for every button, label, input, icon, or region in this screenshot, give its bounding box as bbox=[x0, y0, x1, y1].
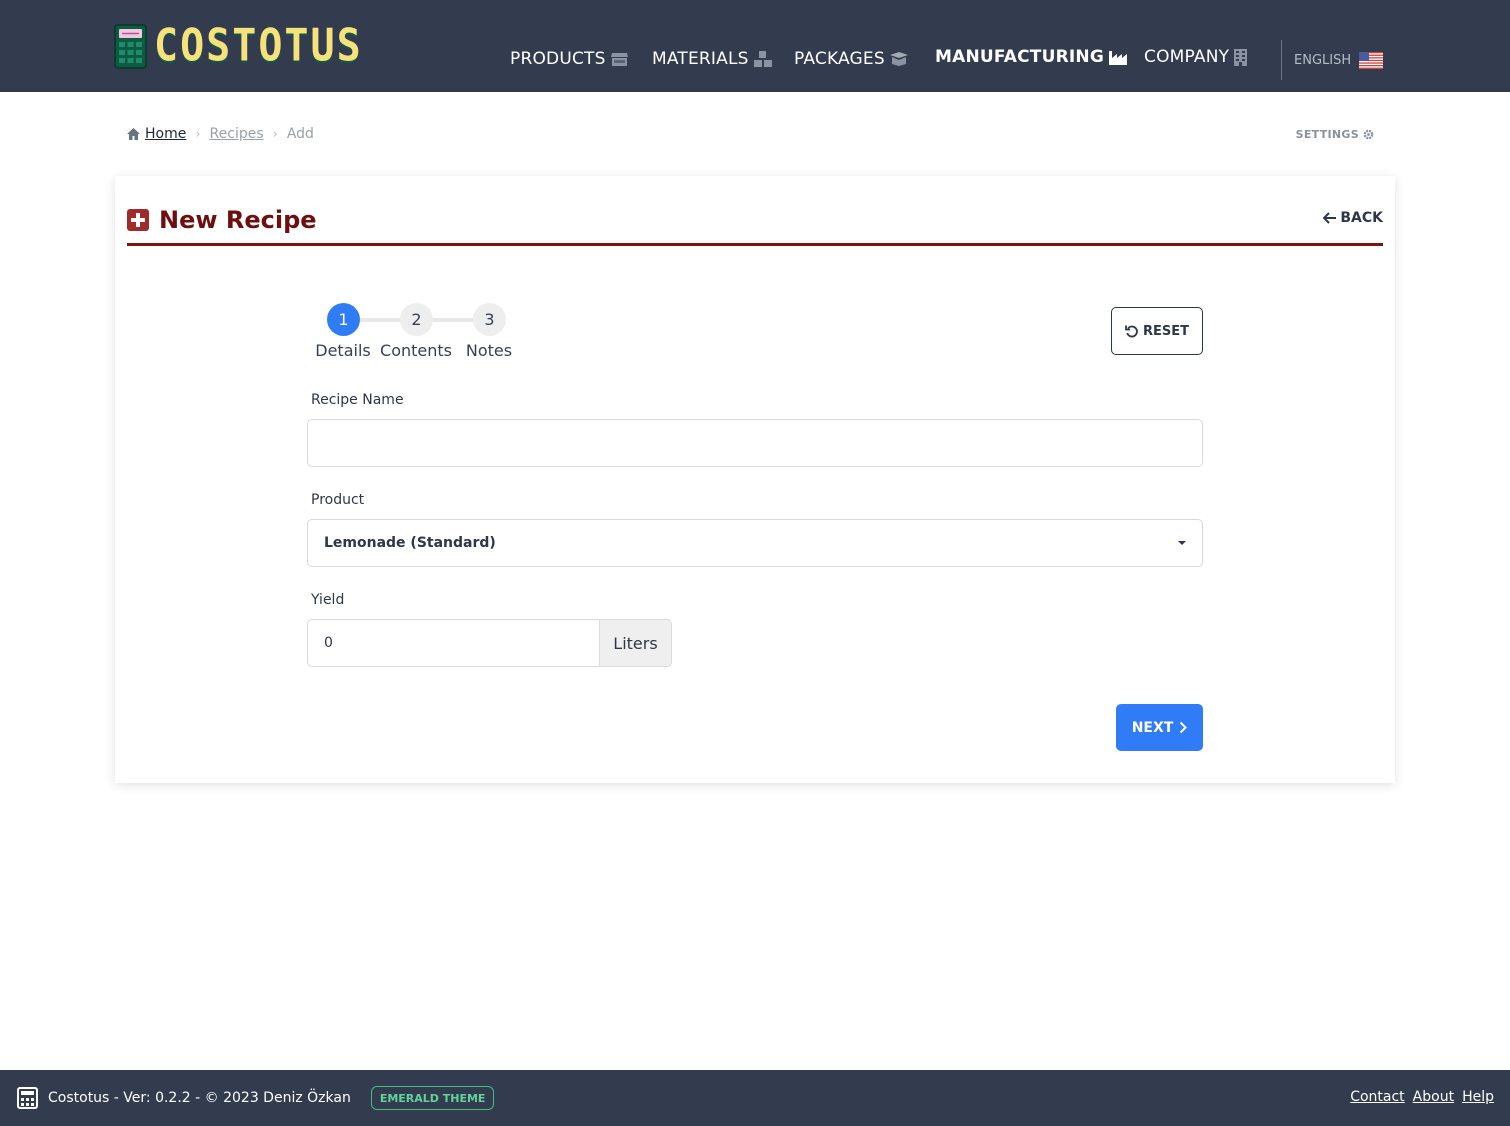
step-3-label: Notes bbox=[465, 341, 513, 360]
nav-materials[interactable]: MATERIALS bbox=[652, 49, 772, 69]
breadcrumb: Home › Recipes › Add bbox=[127, 124, 314, 144]
settings-link[interactable]: SETTINGS bbox=[1296, 126, 1374, 142]
undo-icon bbox=[1125, 325, 1138, 338]
breadcrumb-home-link[interactable]: Home bbox=[145, 126, 186, 142]
chevron-right-icon bbox=[1180, 721, 1188, 734]
footer-copyright: Costotus - Ver: 0.2.2 - © 2023 Deniz Özk… bbox=[48, 1090, 351, 1106]
page-title: New Recipe bbox=[159, 206, 317, 234]
calculator-icon bbox=[114, 24, 147, 69]
building-icon bbox=[1234, 48, 1248, 66]
home-icon bbox=[127, 128, 140, 140]
nav-packages-label: PACKAGES bbox=[794, 49, 885, 69]
next-label: NEXT bbox=[1131, 719, 1174, 736]
caret-down-icon bbox=[1178, 541, 1186, 545]
footer-link-help[interactable]: Help bbox=[1462, 1089, 1494, 1105]
theme-badge[interactable]: EMERALD THEME bbox=[370, 1086, 495, 1110]
recipe-name-input[interactable] bbox=[307, 419, 1203, 467]
industry-icon bbox=[1109, 51, 1127, 65]
nav-products[interactable]: PRODUCTS bbox=[510, 49, 628, 69]
calculator-icon bbox=[17, 1087, 38, 1109]
gear-icon bbox=[1363, 129, 1374, 139]
yield-label: Yield bbox=[311, 592, 345, 608]
step-1-label: Details bbox=[315, 341, 371, 360]
app-name: COSTOTUS bbox=[154, 20, 363, 72]
new-recipe-card: New Recipe BACK 1 2 3 Details Contents N… bbox=[115, 176, 1395, 783]
nav-materials-label: MATERIALS bbox=[652, 49, 749, 69]
footer-links: Contact About Help bbox=[1342, 1089, 1494, 1105]
chevron-right-icon: › bbox=[195, 126, 201, 142]
footer-link-about[interactable]: About bbox=[1413, 1089, 1454, 1105]
nav-packages[interactable]: PACKAGES bbox=[794, 49, 908, 69]
yield-unit: Liters bbox=[599, 619, 672, 667]
product-select[interactable]: Lemonade (Standard) bbox=[307, 519, 1203, 567]
chevron-right-icon: › bbox=[272, 126, 278, 142]
us-flag-icon bbox=[1359, 51, 1384, 69]
nav-divider bbox=[1281, 40, 1282, 80]
app-logo[interactable]: COSTOTUS bbox=[114, 20, 363, 72]
footer-info: Costotus - Ver: 0.2.2 - © 2023 Deniz Özk… bbox=[17, 1086, 495, 1110]
store-icon bbox=[610, 53, 628, 66]
language-label: ENGLISH bbox=[1294, 52, 1352, 68]
settings-label: SETTINGS bbox=[1295, 127, 1359, 141]
back-label: BACK bbox=[1340, 210, 1383, 226]
breadcrumb-recipes-link[interactable]: Recipes bbox=[210, 126, 264, 142]
yield-input-group: Liters bbox=[307, 619, 672, 667]
step-3[interactable]: 3 bbox=[473, 303, 506, 336]
breadcrumb-current: Add bbox=[286, 126, 314, 142]
top-navbar: COSTOTUS PRODUCTS MATERIALS PACKAGES MAN… bbox=[0, 0, 1510, 92]
nav-products-label: PRODUCTS bbox=[510, 49, 606, 69]
reset-button[interactable]: RESET bbox=[1111, 307, 1203, 355]
reset-label: RESET bbox=[1142, 323, 1189, 339]
nav-company[interactable]: COMPANY bbox=[1144, 47, 1248, 67]
step-1[interactable]: 1 bbox=[327, 303, 360, 336]
step-indicator: 1 2 3 Details Contents Notes bbox=[315, 303, 525, 363]
plus-square-icon bbox=[127, 209, 149, 231]
yield-input[interactable] bbox=[307, 619, 599, 667]
step-2[interactable]: 2 bbox=[400, 303, 433, 336]
arrow-left-icon bbox=[1323, 212, 1337, 224]
footer: Costotus - Ver: 0.2.2 - © 2023 Deniz Özk… bbox=[0, 1070, 1510, 1126]
card-header: New Recipe BACK bbox=[127, 204, 1383, 246]
recipe-name-label: Recipe Name bbox=[311, 392, 404, 408]
step-2-label: Contents bbox=[380, 341, 452, 360]
product-selected-value: Lemonade (Standard) bbox=[324, 535, 496, 551]
footer-link-contact[interactable]: Contact bbox=[1350, 1089, 1404, 1105]
nav-manufacturing[interactable]: MANUFACTURING bbox=[935, 47, 1127, 67]
next-button[interactable]: NEXT bbox=[1116, 704, 1203, 751]
boxes-icon bbox=[753, 51, 772, 67]
nav-manufacturing-label: MANUFACTURING bbox=[935, 47, 1104, 67]
nav-company-label: COMPANY bbox=[1144, 47, 1230, 67]
language-selector[interactable]: ENGLISH bbox=[1294, 50, 1384, 70]
product-label: Product bbox=[311, 492, 365, 508]
back-button[interactable]: BACK bbox=[1323, 210, 1383, 226]
box-open-icon bbox=[889, 52, 908, 66]
